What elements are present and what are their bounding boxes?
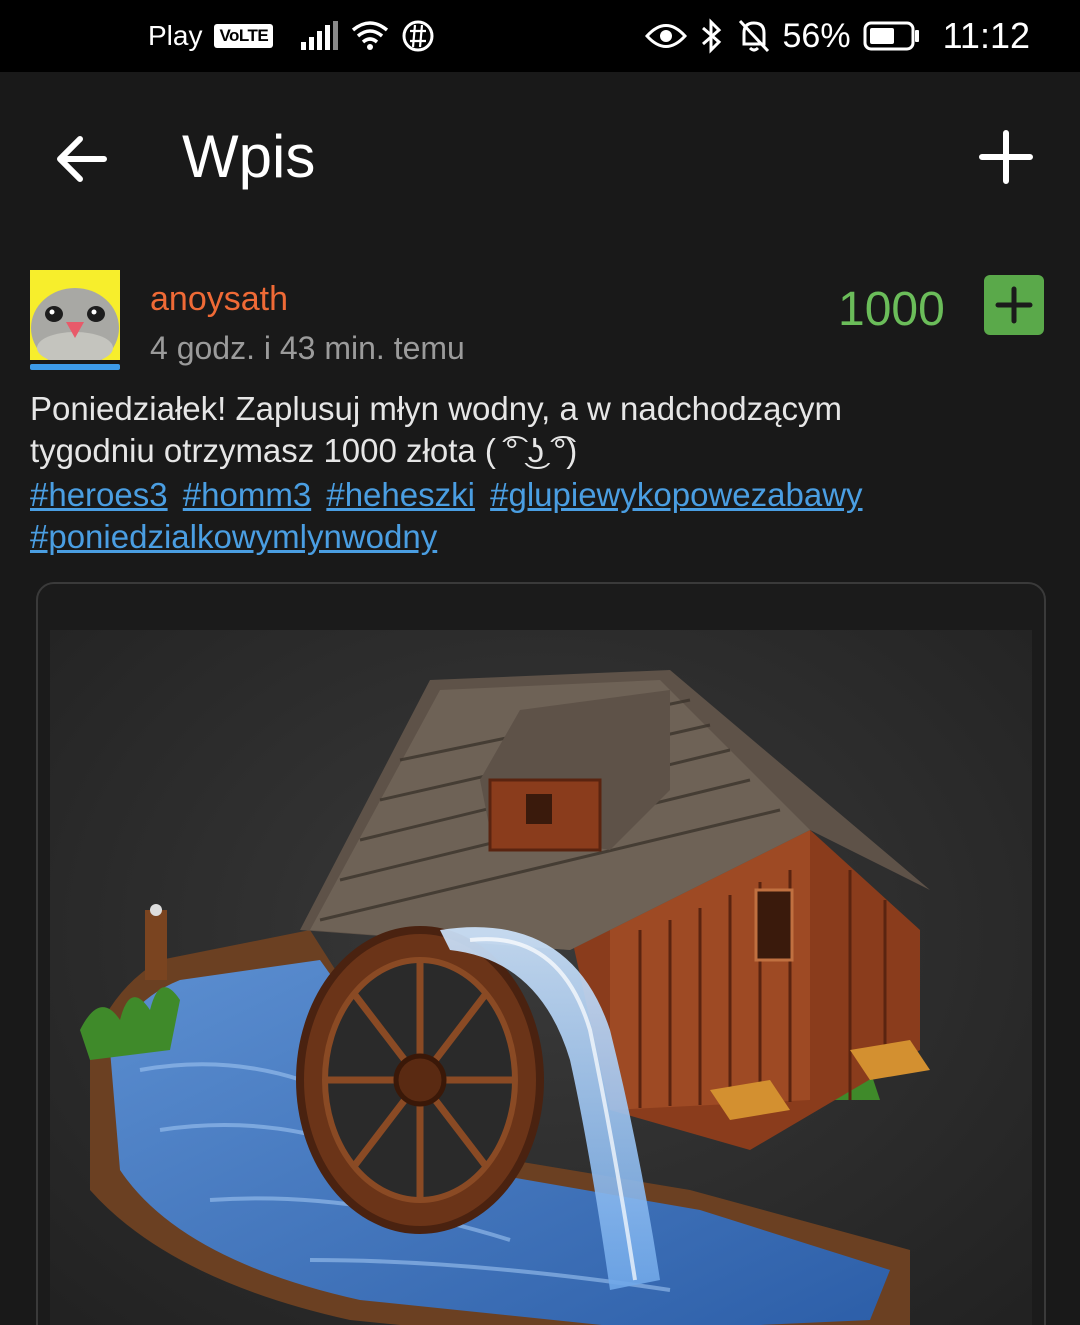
clock: 11:12 bbox=[942, 15, 1030, 56]
tag-link[interactable]: #heheszki bbox=[326, 476, 475, 513]
author-username[interactable]: anoysath bbox=[150, 280, 288, 319]
battery-icon bbox=[863, 21, 919, 51]
carrier-label: Play bbox=[148, 20, 203, 51]
tag-list: #heroes3 #homm3 #heheszki #glupiewykopow… bbox=[30, 474, 1050, 558]
post-text-line: Poniedziałek! Zaplusuj młyn wodny, a w n… bbox=[30, 390, 842, 427]
app-bar: Wpis bbox=[0, 72, 1080, 242]
bird-avatar-icon bbox=[30, 270, 120, 360]
avatar-underline bbox=[30, 364, 120, 370]
vpn-icon bbox=[402, 20, 434, 52]
mute-bell-icon bbox=[738, 19, 769, 53]
volte-badge: VoLTE bbox=[214, 24, 274, 48]
plus-icon bbox=[995, 286, 1033, 324]
page-title: Wpis bbox=[182, 123, 316, 190]
post-text-line: tygodniu otrzymasz 1000 złota ( ͡° ͜ʖ ͡°… bbox=[30, 432, 578, 469]
tag-link[interactable]: #homm3 bbox=[183, 476, 311, 513]
signal-icon bbox=[301, 21, 339, 50]
post-body: Poniedziałek! Zaplusuj młyn wodny, a w n… bbox=[30, 388, 1050, 472]
eye-icon bbox=[644, 24, 687, 48]
embed-card bbox=[36, 582, 1046, 1325]
water-mill-image bbox=[50, 630, 1032, 1325]
avatar[interactable] bbox=[30, 270, 120, 360]
tag-link[interactable]: #poniedzialkowymlynwodny bbox=[30, 518, 437, 555]
screen: Play VoLTE 56% 11:12 Wpis anoysath 4 god… bbox=[0, 0, 1080, 1325]
plus-icon[interactable] bbox=[976, 127, 1036, 187]
battery-percent: 56% bbox=[782, 16, 851, 55]
arrow-left-icon[interactable] bbox=[50, 127, 114, 191]
tag-link[interactable]: #glupiewykopowezabawy bbox=[490, 476, 862, 513]
status-right: 56% 11:12 bbox=[644, 0, 1030, 72]
status-bar: Play VoLTE 56% 11:12 bbox=[0, 0, 1080, 72]
post-timestamp: 4 godz. i 43 min. temu bbox=[150, 330, 465, 366]
post-image[interactable] bbox=[50, 630, 1032, 1325]
vote-count: 1000 bbox=[838, 283, 945, 336]
upvote-button[interactable] bbox=[984, 275, 1044, 335]
status-left: Play VoLTE bbox=[148, 0, 435, 72]
wifi-icon bbox=[352, 21, 389, 50]
bluetooth-icon bbox=[701, 18, 721, 54]
tag-link[interactable]: #heroes3 bbox=[30, 476, 168, 513]
